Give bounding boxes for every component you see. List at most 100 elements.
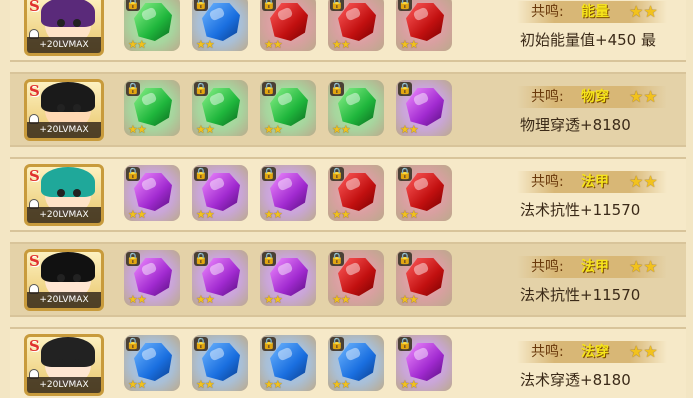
gem-slot[interactable]: 🔒 ★★ [192,165,248,221]
lock-icon: 🔒 [262,167,276,181]
gem-slot[interactable]: 🔒 ★★ [260,80,316,136]
eye [73,189,81,197]
gem-slot[interactable]: 🔒 ★★ [328,165,384,221]
resonance-panel: 共鸣: 能量 ★★ [517,1,667,23]
gem-stars: ★★ [128,208,147,221]
gem-slot[interactable]: 🔒 ★★ [328,250,384,306]
rank-badge: S [29,167,40,185]
character-portrait[interactable]: S +20LVMAX [24,79,104,141]
lock-icon: 🔒 [330,0,344,11]
character-portrait[interactable]: S +20LVMAX [24,249,104,311]
character-row[interactable]: S +20LVMAX 🔒 ★★ 🔒 ★★ 🔒 ★★ 🔒 ★★ 🔒 ★★ 共鸣: … [10,157,686,232]
rank-badge: S [29,252,40,270]
gem-stars: ★★ [400,123,419,136]
gem-stars: ★★ [332,378,351,391]
eye [57,359,65,367]
eye [73,274,81,282]
lock-icon: 🔒 [126,337,140,351]
resonance-type: 法穿 [581,344,609,360]
lock-icon: 🔒 [398,167,412,181]
gem-slot[interactable]: 🔒 ★★ [124,80,180,136]
character-hair [41,337,95,367]
gem-stars: ★★ [128,123,147,136]
lock-icon: 🔒 [262,252,276,266]
character-portrait[interactable]: S +20LVMAX [24,164,104,226]
gem-slot[interactable]: 🔒 ★★ [192,250,248,306]
gem-slot[interactable]: 🔒 ★★ [124,0,180,51]
gem-slot[interactable]: 🔒 ★★ [396,250,452,306]
gem-stars: ★★ [332,293,351,306]
resonance-bonus: 物理穿透+8180 [520,116,631,134]
eye [73,104,81,112]
character-portrait[interactable]: S +20LVMAX [24,334,104,396]
gem-stars: ★★ [400,208,419,221]
gem-slot[interactable]: 🔒 ★★ [124,335,180,391]
gem-slot[interactable]: 🔒 ★★ [260,335,316,391]
resonance-bonus: 法术穿透+8180 [520,371,631,389]
lock-icon: 🔒 [398,252,412,266]
lock-icon: 🔒 [398,82,412,96]
lock-icon: 🔒 [194,82,208,96]
gem-slot[interactable]: 🔒 ★★ [192,335,248,391]
gem-stars: ★★ [196,38,215,51]
gem-slot[interactable]: 🔒 ★★ [192,0,248,51]
gem-slot[interactable]: 🔒 ★★ [124,250,180,306]
gem-slot[interactable]: 🔒 ★★ [396,0,452,51]
resonance-label: 共鸣: [531,4,564,20]
gem-slot[interactable]: 🔒 ★★ [396,80,452,136]
gem-stars: ★★ [400,378,419,391]
gem-stars: ★★ [264,208,283,221]
star-icon: ★★ [629,2,658,21]
gem-slot[interactable]: 🔒 ★★ [396,335,452,391]
gem-stars: ★★ [332,38,351,51]
eye [73,19,81,27]
gem-slot[interactable]: 🔒 ★★ [260,165,316,221]
eye [73,359,81,367]
lock-icon: 🔒 [330,167,344,181]
gem-stars: ★★ [196,208,215,221]
character-row[interactable]: S +20LVMAX 🔒 ★★ 🔒 ★★ 🔒 ★★ 🔒 ★★ 🔒 ★★ 共鸣: … [10,242,686,317]
gem-stars: ★★ [128,38,147,51]
resonance-bonus: 初始能量值+450 最 [520,31,656,49]
gem-slot[interactable]: 🔒 ★★ [260,0,316,51]
lock-icon: 🔒 [330,337,344,351]
resonance-label: 共鸣: [531,174,564,190]
gem-slot[interactable]: 🔒 ★★ [260,250,316,306]
resonance-panel: 共鸣: 法甲 ★★ [517,171,667,193]
level-label: +20LVMAX [27,377,101,393]
character-row[interactable]: S +20LVMAX 🔒 ★★ 🔒 ★★ 🔒 ★★ 🔒 ★★ 🔒 ★★ 共鸣: … [10,72,686,147]
gem-stars: ★★ [400,38,419,51]
rank-badge: S [29,337,40,355]
resonance-type: 法甲 [581,259,609,275]
character-row[interactable]: S +20LVMAX 🔒 ★★ 🔒 ★★ 🔒 ★★ 🔒 ★★ 🔒 ★★ 共鸣: … [10,0,686,62]
resonance-label: 共鸣: [531,89,564,105]
lock-icon: 🔒 [194,337,208,351]
level-label: +20LVMAX [27,37,101,53]
gem-stars: ★★ [264,123,283,136]
resonance-type: 物穿 [581,89,609,105]
gem-stars: ★★ [264,293,283,306]
lock-icon: 🔒 [262,337,276,351]
gem-slot[interactable]: 🔒 ★★ [328,335,384,391]
eye [57,189,65,197]
character-row[interactable]: S +20LVMAX 🔒 ★★ 🔒 ★★ 🔒 ★★ 🔒 ★★ 🔒 ★★ 共鸣: … [10,327,686,398]
resonance-bonus: 法术抗性+11570 [520,201,641,219]
lock-icon: 🔒 [330,82,344,96]
character-hair [41,167,95,197]
gem-slot[interactable]: 🔒 ★★ [328,0,384,51]
resonance-label: 共鸣: [531,259,564,275]
resonance-type: 法甲 [581,174,609,190]
gem-stars: ★★ [196,378,215,391]
gem-slot[interactable]: 🔒 ★★ [328,80,384,136]
gem-stars: ★★ [128,378,147,391]
resonance-type: 能量 [581,4,609,20]
gem-slot[interactable]: 🔒 ★★ [396,165,452,221]
level-label: +20LVMAX [27,292,101,308]
character-portrait[interactable]: S +20LVMAX [24,0,104,56]
rank-badge: S [29,0,40,15]
eye [57,104,65,112]
character-hair [41,82,95,112]
gem-slot[interactable]: 🔒 ★★ [192,80,248,136]
gem-slot[interactable]: 🔒 ★★ [124,165,180,221]
eye [57,274,65,282]
